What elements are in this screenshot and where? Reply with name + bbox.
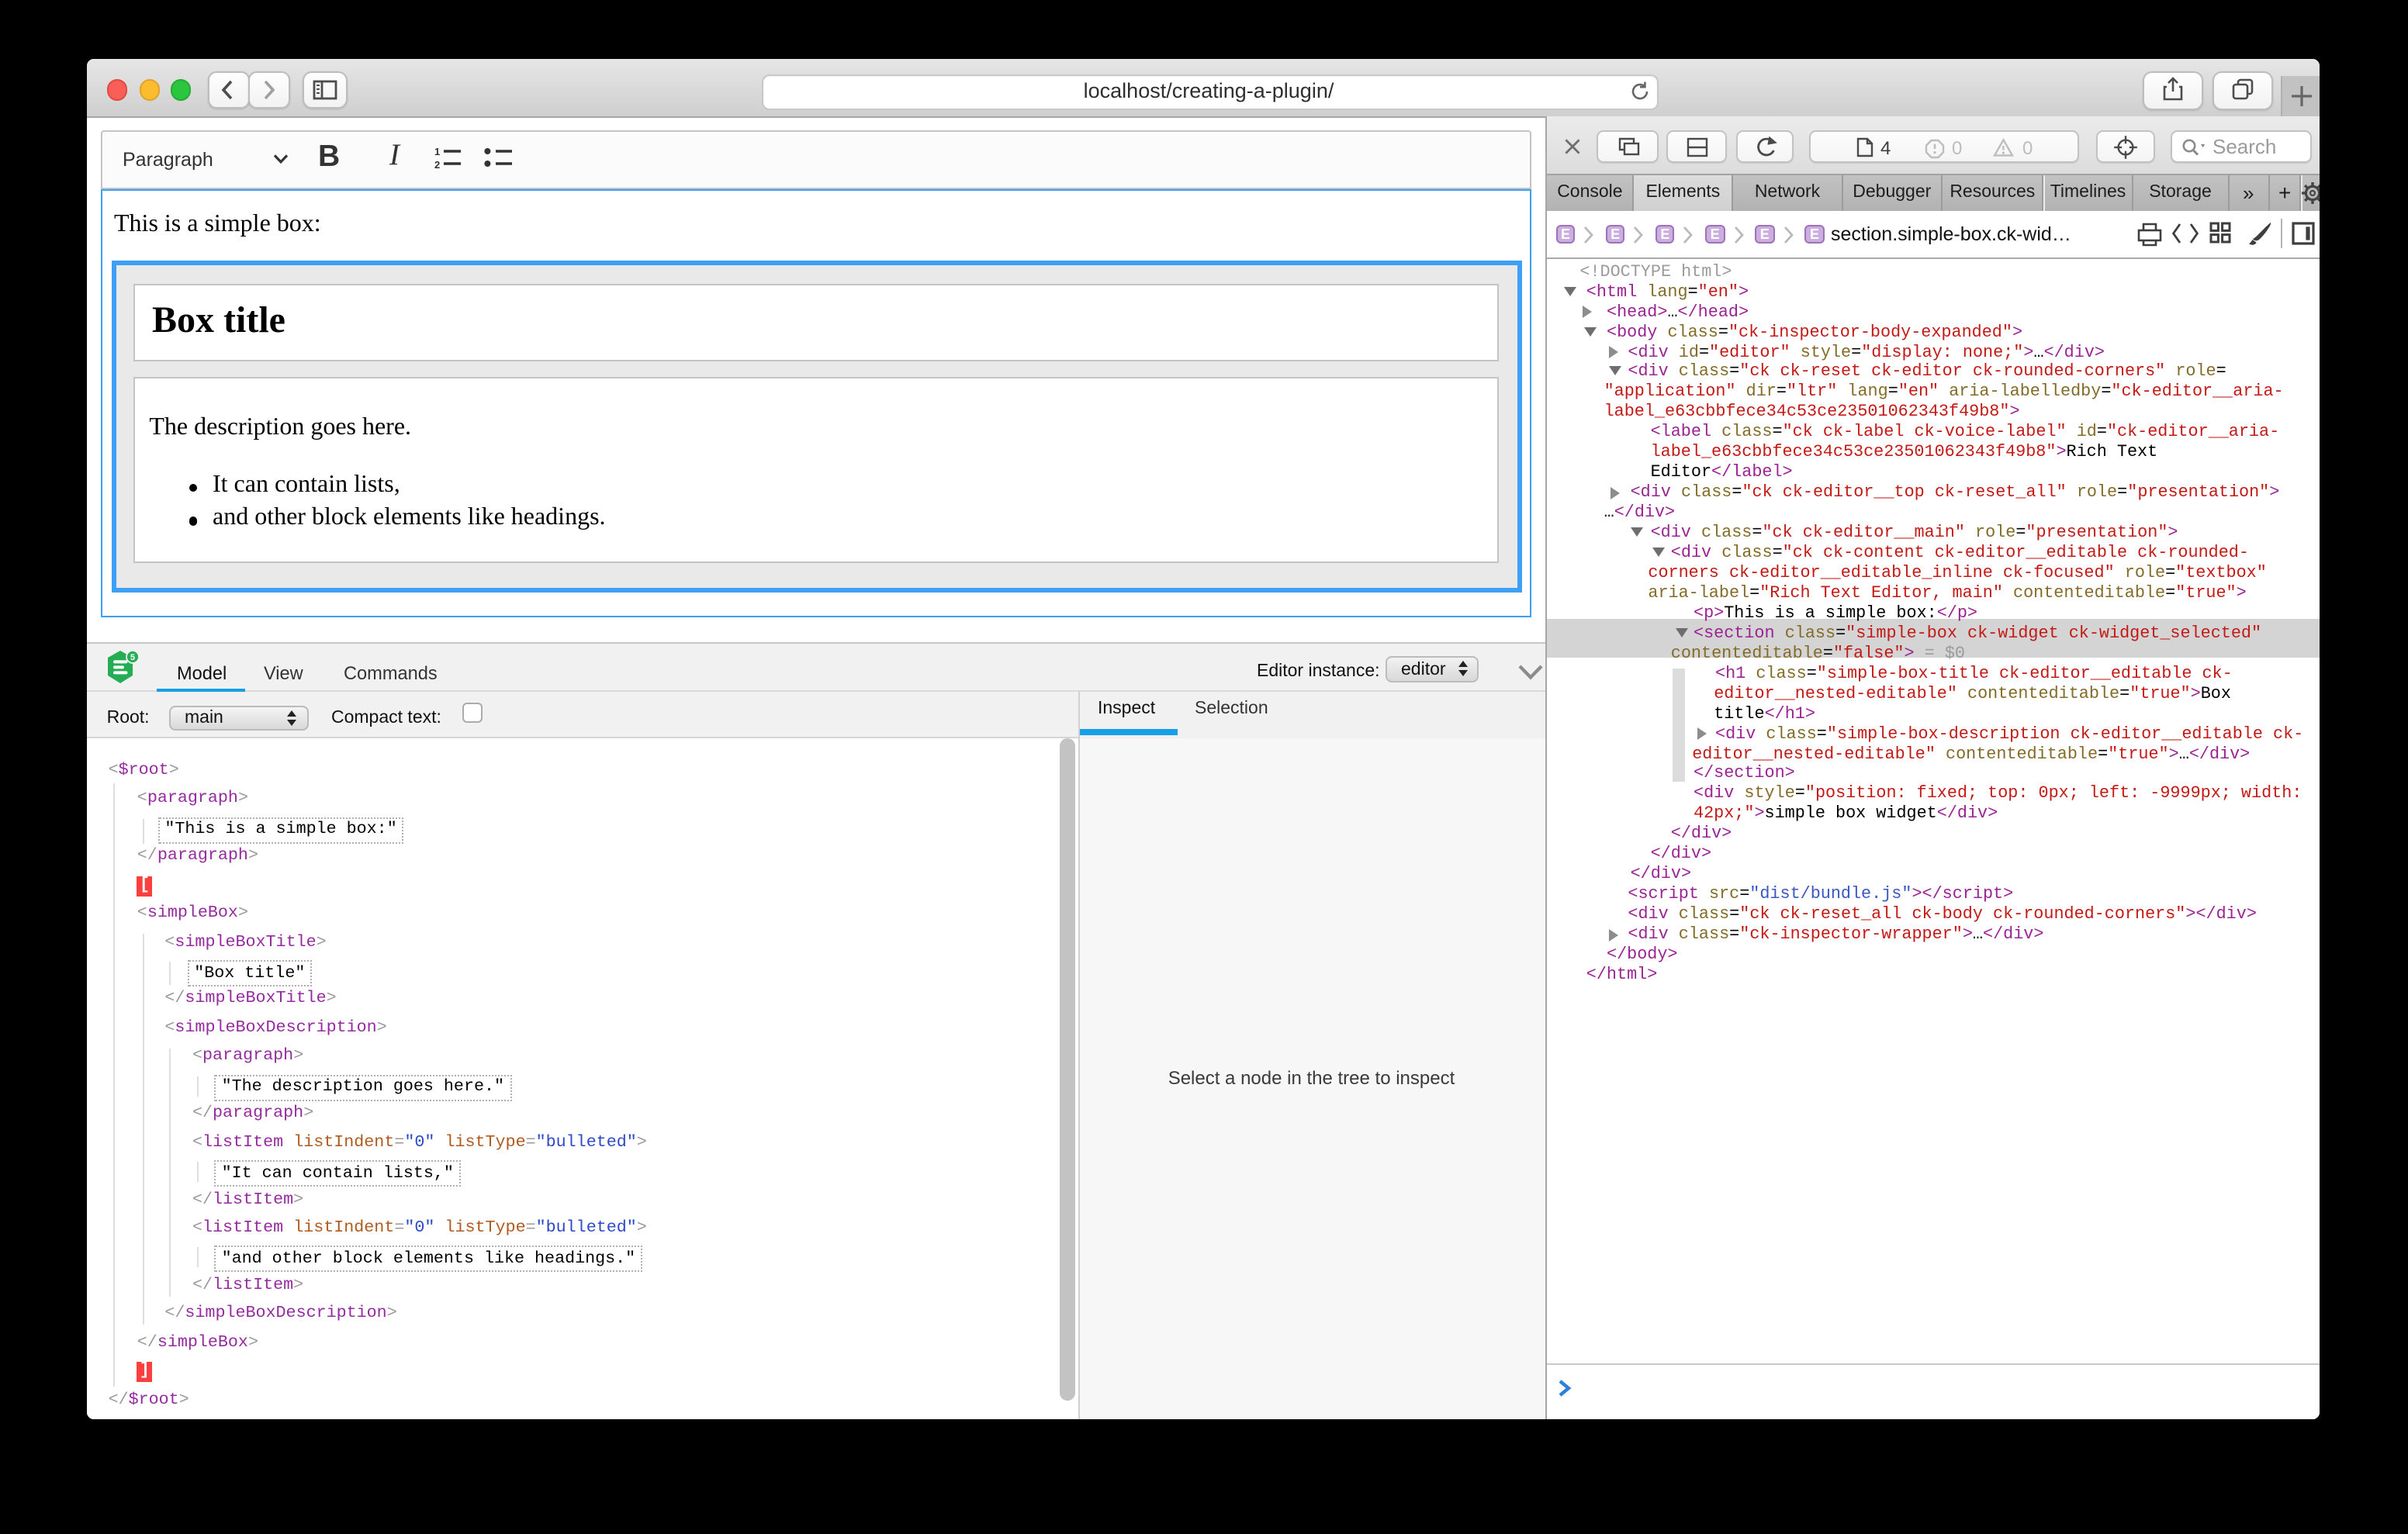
svg-text:0: 0	[2022, 137, 2033, 158]
svg-text:2: 2	[434, 159, 440, 169]
svg-text:5: 5	[130, 653, 134, 662]
svg-text:4: 4	[1880, 137, 1891, 158]
svg-text:1: 1	[434, 146, 440, 157]
svg-text:0: 0	[1952, 137, 1962, 158]
